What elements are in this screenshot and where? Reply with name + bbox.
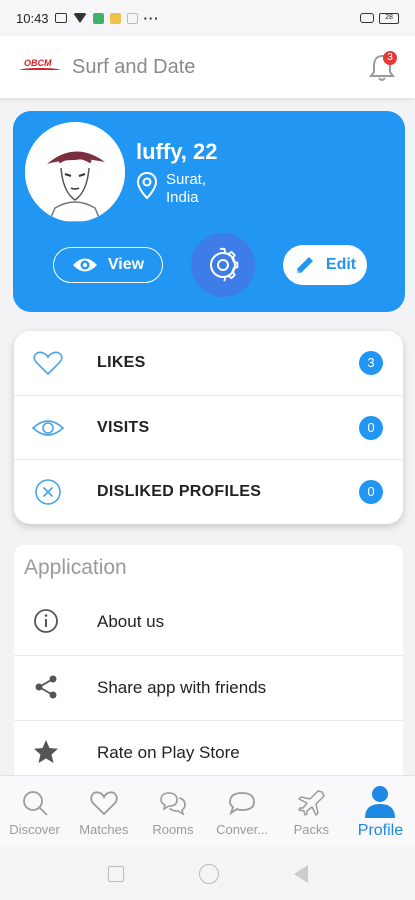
app-title: Surf and Date [72,55,196,78]
eye-icon [72,258,97,272]
share-icon [32,673,60,701]
profile-card: luffy, 22 Surat, India View Edit [13,111,405,312]
nav-label: Profile [357,822,404,839]
stat-count-badge: 0 [359,415,383,440]
person-icon [365,786,396,818]
nav-rooms[interactable]: Rooms [138,776,207,847]
edit-button-label: Edit [325,256,357,273]
notifications-button[interactable]: 3 [367,51,397,83]
stats-card: LIKES 3 VISITS 0 DISLIKED PROFILES 0 [14,331,403,524]
nav-label: Packs [293,822,329,837]
menu-item-about-us[interactable]: About us [14,590,403,654]
pencil-icon [296,257,313,273]
view-profile-button[interactable]: View [53,247,163,283]
app-notification-icon [92,12,104,24]
vibrate-icon [360,13,374,23]
stat-label: VISITS [97,418,150,436]
edit-profile-button[interactable]: Edit [283,245,367,285]
nav-matches[interactable]: Matches [69,776,138,847]
app-notification-icon [109,12,121,24]
close-circle-icon [30,477,66,507]
settings-button[interactable] [191,233,255,297]
stat-label: DISLIKED PROFILES [97,482,262,500]
view-button-label: View [107,256,145,273]
gear-icon [210,247,239,282]
nav-conversations[interactable]: Conver... [208,776,277,847]
location-city: Surat, [166,171,207,188]
battery-icon: 28 [379,12,399,24]
stat-row-likes[interactable]: LIKES 3 [14,331,403,395]
star-icon [32,738,60,766]
section-title: Application [24,556,127,579]
nav-label: Matches [79,822,129,837]
avatar[interactable] [25,122,125,222]
stat-label: LIKES [97,354,146,371]
message-icon [54,13,67,23]
nav-label: Discover [9,822,60,837]
location-country: India [166,189,199,206]
back-button[interactable] [293,864,308,883]
status-bar: 10:43 ··· 28 [0,0,415,36]
heart-icon [90,791,118,816]
nav-discover[interactable]: Discover [0,776,69,847]
status-time: 10:43 [16,10,49,26]
eye-outline-icon [30,413,66,443]
application-card: Application About us Share app with frie… [14,545,403,785]
menu-item-share-app[interactable]: Share app with friends [14,655,403,719]
profile-name-age: luffy, 22 [136,139,218,164]
app-notification-icon [126,12,138,24]
nav-packs[interactable]: Packs [277,776,346,847]
menu-item-label: About us [97,612,165,631]
profile-location: Surat, India [136,171,206,207]
app-logo: OBCM [18,54,64,80]
stat-row-visits[interactable]: VISITS 0 [14,395,403,459]
nav-profile[interactable]: Profile [346,776,415,847]
info-icon [32,607,60,635]
search-icon [22,791,48,816]
home-button[interactable] [198,863,219,884]
stat-count-badge: 3 [359,351,383,375]
heart-outline-icon [30,348,66,378]
location-pin-icon [136,171,158,200]
app-bar: OBCM Surf and Date 3 [0,36,415,98]
system-navigation-bar [0,847,415,900]
chat-bubble-icon [229,792,255,816]
wifi-icon [72,13,87,23]
stat-count-badge: 0 [359,479,383,504]
nav-label: Rooms [152,822,194,837]
stat-row-disliked[interactable]: DISLIKED PROFILES 0 [14,459,403,523]
plane-icon [298,790,326,816]
nav-label: Conver... [216,822,269,837]
more-notifications-icon: ··· [143,10,160,26]
recent-apps-button[interactable] [107,865,124,882]
menu-item-label: Rate on Play Store [97,743,240,762]
chat-bubbles-icon [160,792,186,816]
bottom-navigation: Discover Matches Rooms Conver... Packs P… [0,775,415,847]
menu-item-label: Share app with friends [97,678,267,697]
notification-badge: 3 [383,51,397,65]
avatar-image [25,122,125,222]
